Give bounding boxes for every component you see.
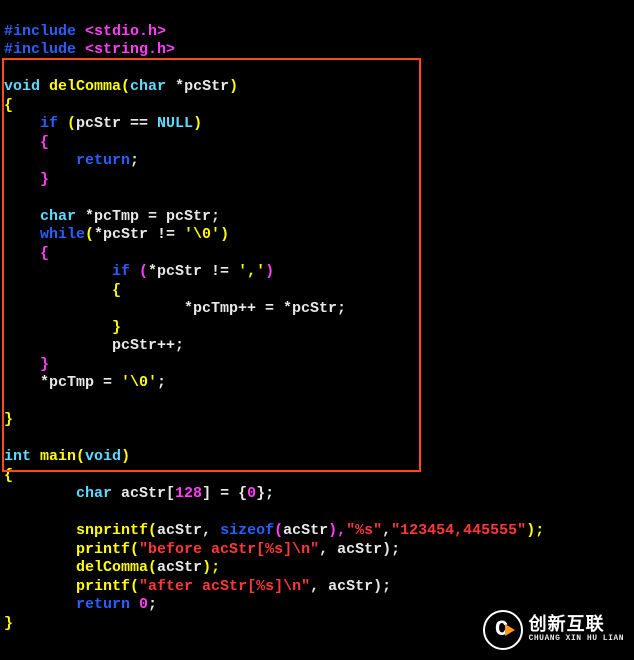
code-token: }; — [256, 485, 274, 502]
code-token: #include — [4, 23, 85, 40]
code-token: "before acStr[%s]\n" — [139, 541, 319, 558]
code-token: return — [4, 596, 139, 613]
code-token: delComma — [4, 559, 148, 576]
code-token: ( — [130, 541, 139, 558]
code-token: , — [382, 522, 391, 539]
logo-triangle-icon — [505, 624, 515, 636]
watermark-text: 创新互联 CHUANG XIN HU LIAN — [529, 617, 624, 643]
code-token: ); — [202, 559, 220, 576]
watermark-brand: 创新互联 — [529, 617, 624, 635]
code-token: } — [4, 615, 13, 632]
code-token: <stdio.h> — [85, 23, 166, 40]
highlight-box — [2, 58, 421, 472]
code-token: #include — [4, 41, 85, 58]
code-token: ; — [148, 596, 157, 613]
code-token: printf — [4, 541, 130, 558]
code-token: acStr, — [157, 522, 220, 539]
code-token: 0 — [247, 485, 256, 502]
code-token: <string.h> — [85, 41, 175, 58]
code-token: ), — [328, 522, 346, 539]
code-token: 0 — [139, 596, 148, 613]
code-token: snprintf — [4, 522, 148, 539]
code-token: , acStr); — [319, 541, 400, 558]
code-token: acStr — [157, 559, 202, 576]
code-token: sizeof — [220, 522, 274, 539]
code-token: acStr — [283, 522, 328, 539]
code-token: ] = { — [202, 485, 247, 502]
code-token: ( — [130, 578, 139, 595]
code-token: "%s" — [346, 522, 382, 539]
watermark: C 创新互联 CHUANG XIN HU LIAN — [483, 610, 624, 650]
watermark-sub: CHUANG XIN HU LIAN — [529, 635, 624, 643]
code-token: ); — [526, 522, 544, 539]
code-token: ( — [148, 522, 157, 539]
code-token: char — [4, 485, 121, 502]
logo-icon: C — [483, 610, 523, 650]
code-token: printf — [4, 578, 130, 595]
code-token: 128 — [175, 485, 202, 502]
code-token: ( — [274, 522, 283, 539]
code-token: ( — [148, 559, 157, 576]
code-token: "after acStr[%s]\n" — [139, 578, 310, 595]
code-token: acStr[ — [121, 485, 175, 502]
code-token: "123454,445555" — [391, 522, 526, 539]
code-token: , acStr); — [310, 578, 391, 595]
